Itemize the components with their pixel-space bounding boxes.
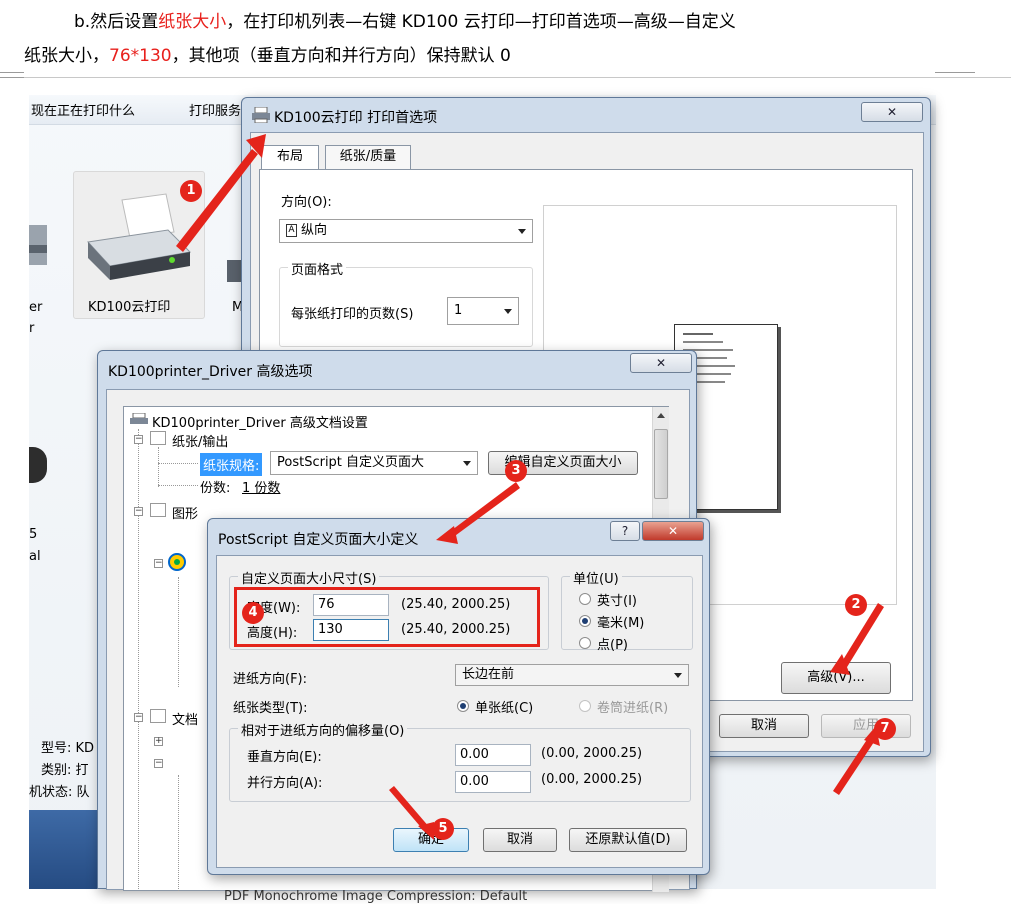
step-badge-3: 3 <box>505 460 527 482</box>
annotation-arrows <box>176 134 884 840</box>
step-badge-7: 7 <box>874 718 896 740</box>
step-badge-4: 4 <box>242 602 264 624</box>
arrow-3 <box>444 482 520 541</box>
pdf-compression-partial: PDF Monochrome Image Compression: Defaul… <box>224 889 528 904</box>
arrow-7 <box>833 735 876 795</box>
step-badge-5: 5 <box>432 818 454 840</box>
step-badge-2: 2 <box>845 594 867 616</box>
step-badge-1: 1 <box>180 180 202 202</box>
